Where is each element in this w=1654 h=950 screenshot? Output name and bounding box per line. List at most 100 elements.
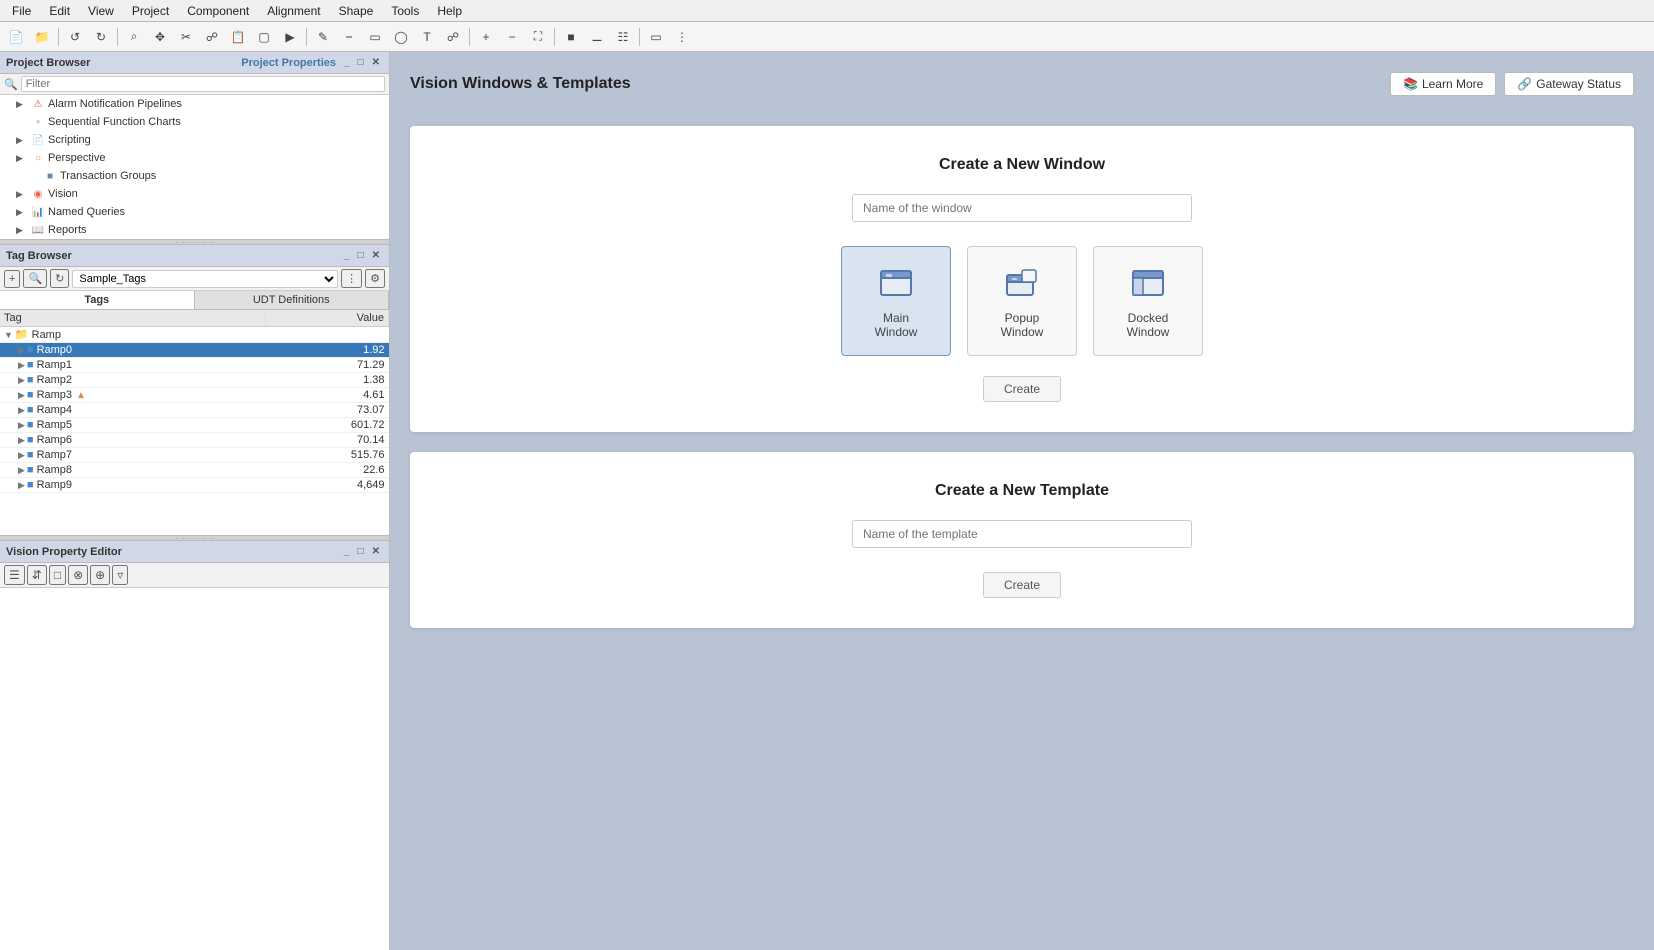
tree-item-transaction[interactable]: ■ Transaction Groups bbox=[0, 167, 389, 185]
toolbar-line[interactable]: ⎯ bbox=[337, 26, 361, 48]
table-row[interactable]: ▶■Ramp670.14 bbox=[0, 433, 389, 448]
prop-tool-list[interactable]: ☰ bbox=[4, 565, 25, 585]
close-btn[interactable]: ✕ bbox=[369, 56, 383, 69]
tag-close-btn[interactable]: ✕ bbox=[369, 249, 383, 262]
table-row[interactable]: ▶■Ramp473.07 bbox=[0, 403, 389, 418]
row-value: 1.92 bbox=[266, 343, 389, 358]
row-arrow: ▶ bbox=[18, 345, 25, 355]
toolbar-shape[interactable]: ▭ bbox=[363, 26, 387, 48]
row-label: Ramp6 bbox=[37, 434, 72, 446]
toolbar-fit[interactable]: ⛶ bbox=[526, 26, 550, 48]
table-row[interactable]: ▶■Ramp5601.72 bbox=[0, 418, 389, 433]
table-row[interactable]: ▶■Ramp21.38 bbox=[0, 373, 389, 388]
prop-tool-box[interactable]: □ bbox=[49, 565, 66, 585]
tab-udt[interactable]: UDT Definitions bbox=[195, 291, 390, 309]
tag-minimize-btn[interactable]: _ bbox=[341, 249, 353, 262]
gateway-status-label: Gateway Status bbox=[1536, 77, 1621, 91]
toolbar-select[interactable]: ⌕ bbox=[122, 26, 146, 48]
table-row[interactable]: ▶■Ramp822.6 bbox=[0, 463, 389, 478]
prop-tool-minus[interactable]: ⊗ bbox=[68, 565, 88, 585]
prop-maximize-btn[interactable]: □ bbox=[355, 545, 367, 558]
menu-alignment[interactable]: Alignment bbox=[259, 2, 328, 20]
tag-refresh-btn[interactable]: ↻ bbox=[50, 269, 69, 288]
table-row[interactable]: ▶■Ramp171.29 bbox=[0, 358, 389, 373]
prop-minimize-btn[interactable]: _ bbox=[341, 545, 353, 558]
row-value: 70.14 bbox=[266, 433, 389, 448]
menu-help[interactable]: Help bbox=[429, 2, 470, 20]
tag-add-btn[interactable]: + bbox=[4, 270, 20, 288]
tree-item-vision[interactable]: ▶ ◉ Vision bbox=[0, 185, 389, 203]
table-row[interactable]: ▶■Ramp01.92 bbox=[0, 343, 389, 358]
menu-edit[interactable]: Edit bbox=[41, 2, 78, 20]
minimize-btn[interactable]: _ bbox=[341, 56, 353, 69]
toolbar-layers[interactable]: ▭ bbox=[644, 26, 668, 48]
toolbar-more[interactable]: ⋮ bbox=[670, 26, 694, 48]
menu-view[interactable]: View bbox=[80, 2, 122, 20]
tree-item-reports[interactable]: ▶ 📖 Reports bbox=[0, 221, 389, 239]
prop-tool-filter[interactable]: ▿ bbox=[112, 565, 128, 585]
toolbar-anchor[interactable]: ☍ bbox=[441, 26, 465, 48]
tree-item-sfc[interactable]: ▫ Sequential Function Charts bbox=[0, 113, 389, 131]
toolbar-zoom-out[interactable]: − bbox=[500, 26, 524, 48]
toolbar-redo[interactable]: ↻ bbox=[89, 26, 113, 48]
menu-shape[interactable]: Shape bbox=[331, 2, 382, 20]
maximize-btn[interactable]: □ bbox=[355, 56, 367, 69]
toolbar-undo[interactable]: ↺ bbox=[63, 26, 87, 48]
toolbar-open[interactable]: 📁 bbox=[30, 26, 54, 48]
row-arrow: ▼ bbox=[4, 330, 13, 340]
toolbar-new[interactable]: 📄 bbox=[4, 26, 28, 48]
col-tag: Tag bbox=[0, 310, 266, 327]
toolbar-distribute[interactable]: ⚊ bbox=[585, 26, 609, 48]
toolbar-snap[interactable]: ☷ bbox=[611, 26, 635, 48]
tag-settings-btn[interactable]: ⚙ bbox=[365, 269, 385, 288]
menu-file[interactable]: File bbox=[4, 2, 39, 20]
template-name-input[interactable] bbox=[852, 520, 1192, 548]
table-row[interactable]: ▶■Ramp94,649 bbox=[0, 478, 389, 493]
project-browser-filter[interactable] bbox=[21, 76, 385, 92]
tree-item-alarm[interactable]: ▶ ⚠ Alarm Notification Pipelines bbox=[0, 95, 389, 113]
warn-icon: ▲ bbox=[76, 390, 86, 401]
toolbar-sep-3 bbox=[306, 28, 307, 46]
table-row[interactable]: ▶■Ramp7515.76 bbox=[0, 448, 389, 463]
gateway-status-btn[interactable]: 🔗 Gateway Status bbox=[1504, 72, 1634, 96]
prop-tool-plus[interactable]: ⊕ bbox=[90, 565, 110, 585]
toolbar-move[interactable]: ✥ bbox=[148, 26, 172, 48]
toolbar-text[interactable]: T bbox=[415, 26, 439, 48]
create-template-btn[interactable]: Create bbox=[983, 572, 1061, 598]
table-row[interactable]: ▶■Ramp3▲4.61 bbox=[0, 388, 389, 403]
create-window-btn[interactable]: Create bbox=[983, 376, 1061, 402]
table-row[interactable]: ▼📁Ramp bbox=[0, 327, 389, 343]
toolbar-play[interactable]: ▶ bbox=[278, 26, 302, 48]
tree-item-named-queries[interactable]: ▶ 📊 Named Queries bbox=[0, 203, 389, 221]
window-type-docked[interactable]: Docked Window bbox=[1093, 246, 1203, 356]
tree-item-perspective[interactable]: ▶ ○ Perspective bbox=[0, 149, 389, 167]
row-value: 1.38 bbox=[266, 373, 389, 388]
toolbar-pencil[interactable]: ✎ bbox=[311, 26, 335, 48]
toolbar-group[interactable]: ▢ bbox=[252, 26, 276, 48]
toolbar-cut[interactable]: ✂ bbox=[174, 26, 198, 48]
tab-tags[interactable]: Tags bbox=[0, 291, 195, 309]
toolbar-copy[interactable]: ☍ bbox=[200, 26, 224, 48]
tag-menu-btn[interactable]: ⋮ bbox=[341, 269, 362, 288]
window-type-main[interactable]: Main Window bbox=[841, 246, 951, 356]
toolbar-paste[interactable]: 📋 bbox=[226, 26, 250, 48]
menu-tools[interactable]: Tools bbox=[383, 2, 427, 20]
menu-component[interactable]: Component bbox=[179, 2, 257, 20]
toolbar-align[interactable]: ■ bbox=[559, 26, 583, 48]
tag-tabs: Tags UDT Definitions bbox=[0, 291, 389, 310]
window-type-popup[interactable]: Popup Window bbox=[967, 246, 1077, 356]
tag-source-select[interactable]: Sample_Tags bbox=[72, 270, 338, 288]
tree-item-scripting[interactable]: ▶ 📄 Scripting bbox=[0, 131, 389, 149]
menu-project[interactable]: Project bbox=[124, 2, 177, 20]
learn-more-btn[interactable]: 📚 Learn More bbox=[1390, 72, 1496, 96]
toolbar-zoom-in[interactable]: + bbox=[474, 26, 498, 48]
tag-maximize-btn[interactable]: □ bbox=[355, 249, 367, 262]
window-name-input[interactable] bbox=[852, 194, 1192, 222]
prop-tool-sort[interactable]: ⇵ bbox=[27, 565, 47, 585]
project-browser-tree: ▶ ⚠ Alarm Notification Pipelines ▫ Seque… bbox=[0, 95, 389, 239]
toolbar-ellipse[interactable]: ◯ bbox=[389, 26, 413, 48]
tag-search-btn[interactable]: 🔍 bbox=[23, 269, 47, 288]
project-browser-project-props[interactable]: Project Properties bbox=[238, 56, 339, 70]
window-types: Main Window Popup Window bbox=[440, 246, 1604, 356]
prop-close-btn[interactable]: ✕ bbox=[369, 545, 383, 558]
